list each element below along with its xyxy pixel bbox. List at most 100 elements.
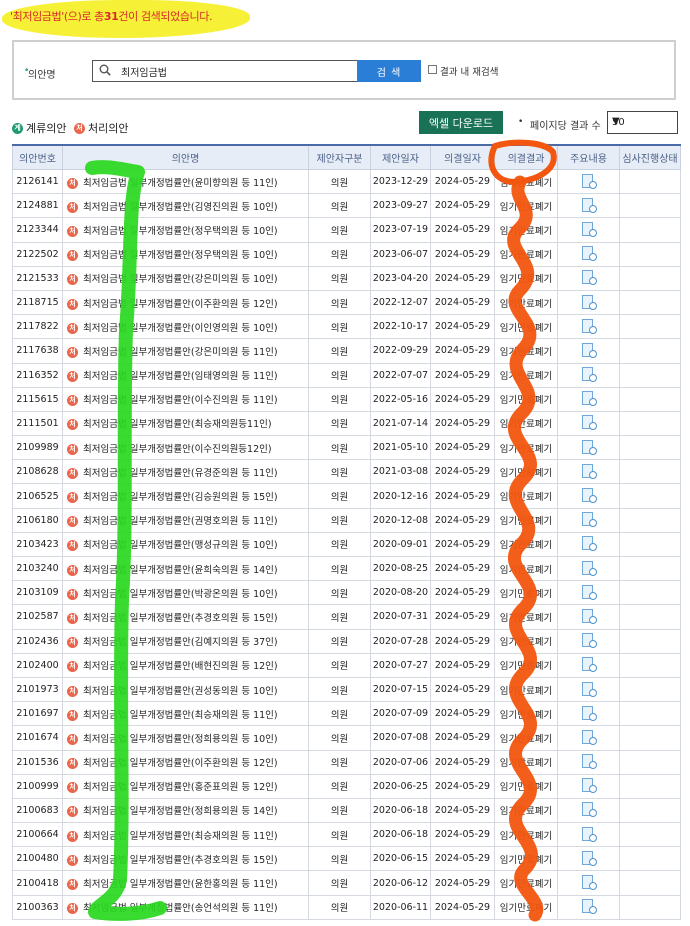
table-row[interactable]: 2118715 처 최저임금법 일부개정법률안(이주환의원 등 12인) 의원 2022…: [12, 289, 681, 316]
bill-name-link[interactable]: 최저임금법 일부개정법률안(강은미의원 등 11인): [83, 347, 278, 358]
table-row[interactable]: 2101674 처 최저임금법 일부개정법률안(정희용의원 등 10인) 의원 2020…: [12, 725, 681, 751]
document-search-icon[interactable]: [581, 270, 597, 286]
col-proposal-date[interactable]: 제안일자: [370, 144, 431, 170]
bill-name-cell[interactable]: 처 최저임금법 일부개정법률안(정희용의원 등 10인): [62, 725, 309, 751]
table-row[interactable]: 2103423 처 최저임금법 일부개정법률안(맹성규의원 등 10인) 의원 2020…: [12, 531, 681, 558]
document-search-icon[interactable]: [581, 367, 597, 383]
table-row[interactable]: 2109989 처 최저임금법 일부개정법률안(이수진의원등12인) 의원 2021-0…: [12, 435, 681, 461]
table-row[interactable]: 2103109 처 최저임금법 일부개정법률안(박광온의원 등 10인) 의원 2020…: [12, 580, 681, 606]
bill-name-link[interactable]: 최저임금법 일부개정법률안(윤미향의원 등 11인): [83, 178, 278, 189]
document-search-icon[interactable]: [581, 584, 597, 601]
col-bill-number[interactable]: 의안번호: [12, 144, 63, 170]
bill-name-cell[interactable]: 처 최저임금법 일부개정법률안(정우택의원 등 10인): [62, 241, 309, 267]
document-search-icon[interactable]: [581, 754, 597, 770]
document-search-icon[interactable]: [581, 633, 597, 649]
table-row[interactable]: 2101697 처 최저임금법 일부개정법률안(최승재의원 등 11인) 의원 2020…: [12, 701, 681, 727]
document-search-icon[interactable]: [581, 560, 597, 577]
table-row[interactable]: 2122502 처 최저임금법 일부개정법률안(정우택의원 등 10인) 의원 2023…: [12, 241, 681, 267]
col-proposer-type[interactable]: 제안자구분: [308, 144, 371, 170]
document-search-icon[interactable]: [581, 850, 597, 867]
search-box[interactable]: [92, 60, 358, 82]
document-search-icon[interactable]: [581, 342, 597, 359]
col-decision-date[interactable]: 의결일자: [430, 144, 495, 170]
bill-name-link[interactable]: 최저임금법 일부개정법률안(임태영의원 등 11인): [83, 371, 278, 382]
table-row[interactable]: 2117638 처 최저임금법 일부개정법률안(강은미의원 등 11인) 의원 2022…: [12, 338, 681, 364]
document-search-icon[interactable]: [581, 318, 597, 335]
document-search-icon[interactable]: [581, 899, 597, 915]
bill-name-cell[interactable]: 처 최저임금법 일부개정법률안(최승재의원 등 11인): [62, 822, 309, 848]
bill-name-cell[interactable]: 처 최저임금법 일부개정법률안(최승재의원등11인): [62, 410, 309, 437]
bill-name-cell[interactable]: 처 최저임금법 일부개정법률안(이인영의원 등 10인): [62, 314, 309, 340]
bill-name-link[interactable]: 최저임금법 일부개정법률안(송언석의원 등 11인): [83, 903, 278, 914]
bill-name-cell[interactable]: 처 최저임금법 일부개정법률안(이주환의원 등 12인): [62, 749, 309, 775]
document-search-icon[interactable]: [581, 826, 597, 843]
bill-name-link[interactable]: 최저임금법 일부개정법률안(홍준표의원 등 12인): [83, 782, 278, 793]
table-row[interactable]: 2115615 처 최저임금법 일부개정법률안(이수진의원 등 11인) 의원 2022…: [12, 386, 681, 412]
table-row[interactable]: 2117822 처 최저임금법 일부개정법률안(이인영의원 등 10인) 의원 2022…: [12, 314, 681, 340]
per-page-select[interactable]: 50 ▼: [607, 111, 678, 134]
document-search-icon[interactable]: [581, 802, 597, 818]
table-row[interactable]: 2111501 처 최저임금법 일부개정법률안(최승재의원등11인) 의원 2021-0…: [12, 410, 681, 437]
bill-name-link[interactable]: 최저임금법 일부개정법률안(김예지의원 등 37인): [83, 637, 278, 648]
document-search-icon[interactable]: [581, 391, 597, 407]
document-search-icon[interactable]: [581, 294, 597, 311]
document-search-icon[interactable]: [581, 512, 597, 528]
bill-name-link[interactable]: 최저임금법 일부개정법률안(이수진의원등12인): [83, 444, 272, 455]
bill-name-cell[interactable]: 처 최저임금법 일부개정법률안(송언석의원 등 11인): [62, 894, 309, 920]
table-row[interactable]: 2106180 처 최저임금법 일부개정법률안(권명호의원 등 11인) 의원 2020…: [12, 507, 681, 533]
bill-name-cell[interactable]: 처 최저임금법 일부개정법률안(추경호의원 등 15인): [62, 846, 309, 872]
bill-name-link[interactable]: 최저임금법 일부개정법률안(배현진의원 등 12인): [83, 661, 278, 672]
document-search-icon[interactable]: [581, 681, 597, 698]
bill-name-cell[interactable]: 처 최저임금법 일부개정법률안(정희용의원 등 14인): [62, 797, 309, 824]
table-row[interactable]: 2102400 처 최저임금법 일부개정법률안(배현진의원 등 12인) 의원 2020…: [12, 652, 681, 678]
bill-name-link[interactable]: 최저임금법 일부개정법률안(이인영의원 등 10인): [83, 323, 278, 334]
table-row[interactable]: 2108628 처 최저임금법 일부개정법률안(유경준의원 등 11인) 의원 2021…: [12, 459, 681, 485]
table-row[interactable]: 2101973 처 최저임금법 일부개정법률안(권성동의원 등 10인) 의원 2020…: [12, 676, 681, 703]
bill-name-link[interactable]: 최저임금법 일부개정법률안(이주환의원 등 12인): [83, 299, 278, 310]
excel-download-button[interactable]: 엑셀 다운로드: [419, 111, 503, 134]
bill-name-link[interactable]: 최저임금법 일부개정법률안(박광온의원 등 10인): [83, 589, 278, 600]
bill-name-cell[interactable]: 처 최저임금법 일부개정법률안(이주환의원 등 12인): [62, 289, 309, 316]
search-button[interactable]: 검 색: [357, 60, 421, 82]
document-search-icon[interactable]: [581, 246, 597, 262]
col-bill-name[interactable]: 의안명: [62, 144, 309, 170]
col-main-content[interactable]: 주요내용: [557, 144, 620, 170]
bill-name-cell[interactable]: 처 최저임금법 일부개정법률안(최승재의원 등 11인): [62, 701, 309, 727]
bill-name-cell[interactable]: 처 최저임금법 일부개정법률안(임태영의원 등 11인): [62, 362, 309, 388]
bill-name-link[interactable]: 최저임금법 일부개정법률안(맹성규의원 등 10인): [83, 540, 278, 551]
bill-name-cell[interactable]: 처 최저임금법 일부개정법률안(윤희숙의원 등 14인): [62, 555, 309, 582]
bill-name-cell[interactable]: 처 최저임금법 일부개정법률안(유경준의원 등 11인): [62, 459, 309, 485]
document-search-icon[interactable]: [581, 197, 597, 214]
document-search-icon[interactable]: [581, 729, 597, 746]
bill-name-link[interactable]: 최저임금법 일부개정법률안(권성동의원 등 10인): [83, 686, 278, 697]
bill-name-link[interactable]: 최저임금법 일부개정법률안(최승재의원등11인): [83, 419, 272, 430]
bill-name-link[interactable]: 최저임금법 일부개정법률안(김승원의원 등 15인): [83, 492, 278, 503]
col-decision-result[interactable]: 의결결과: [494, 144, 558, 170]
bill-name-cell[interactable]: 처 최저임금법 일부개정법률안(추경호의원 등 15인): [62, 604, 309, 630]
bill-name-cell[interactable]: 처 최저임금법 일부개정법률안(김영진의원 등 10인): [62, 193, 309, 219]
table-row[interactable]: 2101536 처 최저임금법 일부개정법률안(이주환의원 등 12인) 의원 2020…: [12, 749, 681, 775]
table-row[interactable]: 2103240 처 최저임금법 일부개정법률안(윤희숙의원 등 14인) 의원 2020…: [12, 555, 681, 582]
bill-name-cell[interactable]: 처 최저임금법 일부개정법률안(권명호의원 등 11인): [62, 507, 309, 533]
bill-name-cell[interactable]: 처 최저임금법 일부개정법률안(윤한홍의원 등 11인): [62, 870, 309, 896]
bill-name-link[interactable]: 최저임금법 일부개정법률안(정희용의원 등 10인): [83, 734, 278, 745]
table-row[interactable]: 2126141 처 최저임금법 일부개정법률안(윤미향의원 등 11인) 의원 2023…: [12, 168, 681, 195]
bill-name-cell[interactable]: 처 최저임금법 일부개정법률안(박광온의원 등 10인): [62, 580, 309, 606]
bill-name-link[interactable]: 최저임금법 일부개정법률안(윤희숙의원 등 14인): [83, 565, 278, 576]
bill-name-cell[interactable]: 처 최저임금법 일부개정법률안(김승원의원 등 15인): [62, 483, 309, 509]
document-search-icon[interactable]: [581, 875, 597, 891]
table-row[interactable]: 2100683 처 최저임금법 일부개정법률안(정희용의원 등 14인) 의원 2020…: [12, 797, 681, 824]
table-row[interactable]: 2123344 처 최저임금법 일부개정법률안(정우택의원 등 10인) 의원 2023…: [12, 217, 681, 243]
table-row[interactable]: 2121533 처 최저임금법 일부개정법률안(강은미의원 등 10인) 의원 2023…: [12, 265, 681, 291]
bill-name-link[interactable]: 최저임금법 일부개정법률안(최승재의원 등 11인): [83, 710, 278, 721]
bill-name-link[interactable]: 최저임금법 일부개정법률안(이수진의원 등 11인): [83, 395, 278, 406]
document-search-icon[interactable]: [581, 778, 597, 794]
bill-name-cell[interactable]: 처 최저임금법 일부개정법률안(강은미의원 등 11인): [62, 338, 309, 364]
document-search-icon[interactable]: [581, 488, 597, 504]
bill-name-cell[interactable]: 처 최저임금법 일부개정법률안(배현진의원 등 12인): [62, 652, 309, 678]
table-row[interactable]: 2100363 처 최저임금법 일부개정법률안(송언석의원 등 11인) 의원 2020…: [12, 894, 681, 920]
bill-name-cell[interactable]: 처 최저임금법 일부개정법률안(맹성규의원 등 10인): [62, 531, 309, 558]
table-row[interactable]: 2106525 처 최저임금법 일부개정법률안(김승원의원 등 15인) 의원 2020…: [12, 483, 681, 509]
bill-name-link[interactable]: 최저임금법 일부개정법률안(추경호의원 등 15인): [83, 855, 278, 866]
bill-name-cell[interactable]: 처 최저임금법 일부개정법률안(홍준표의원 등 12인): [62, 773, 309, 799]
